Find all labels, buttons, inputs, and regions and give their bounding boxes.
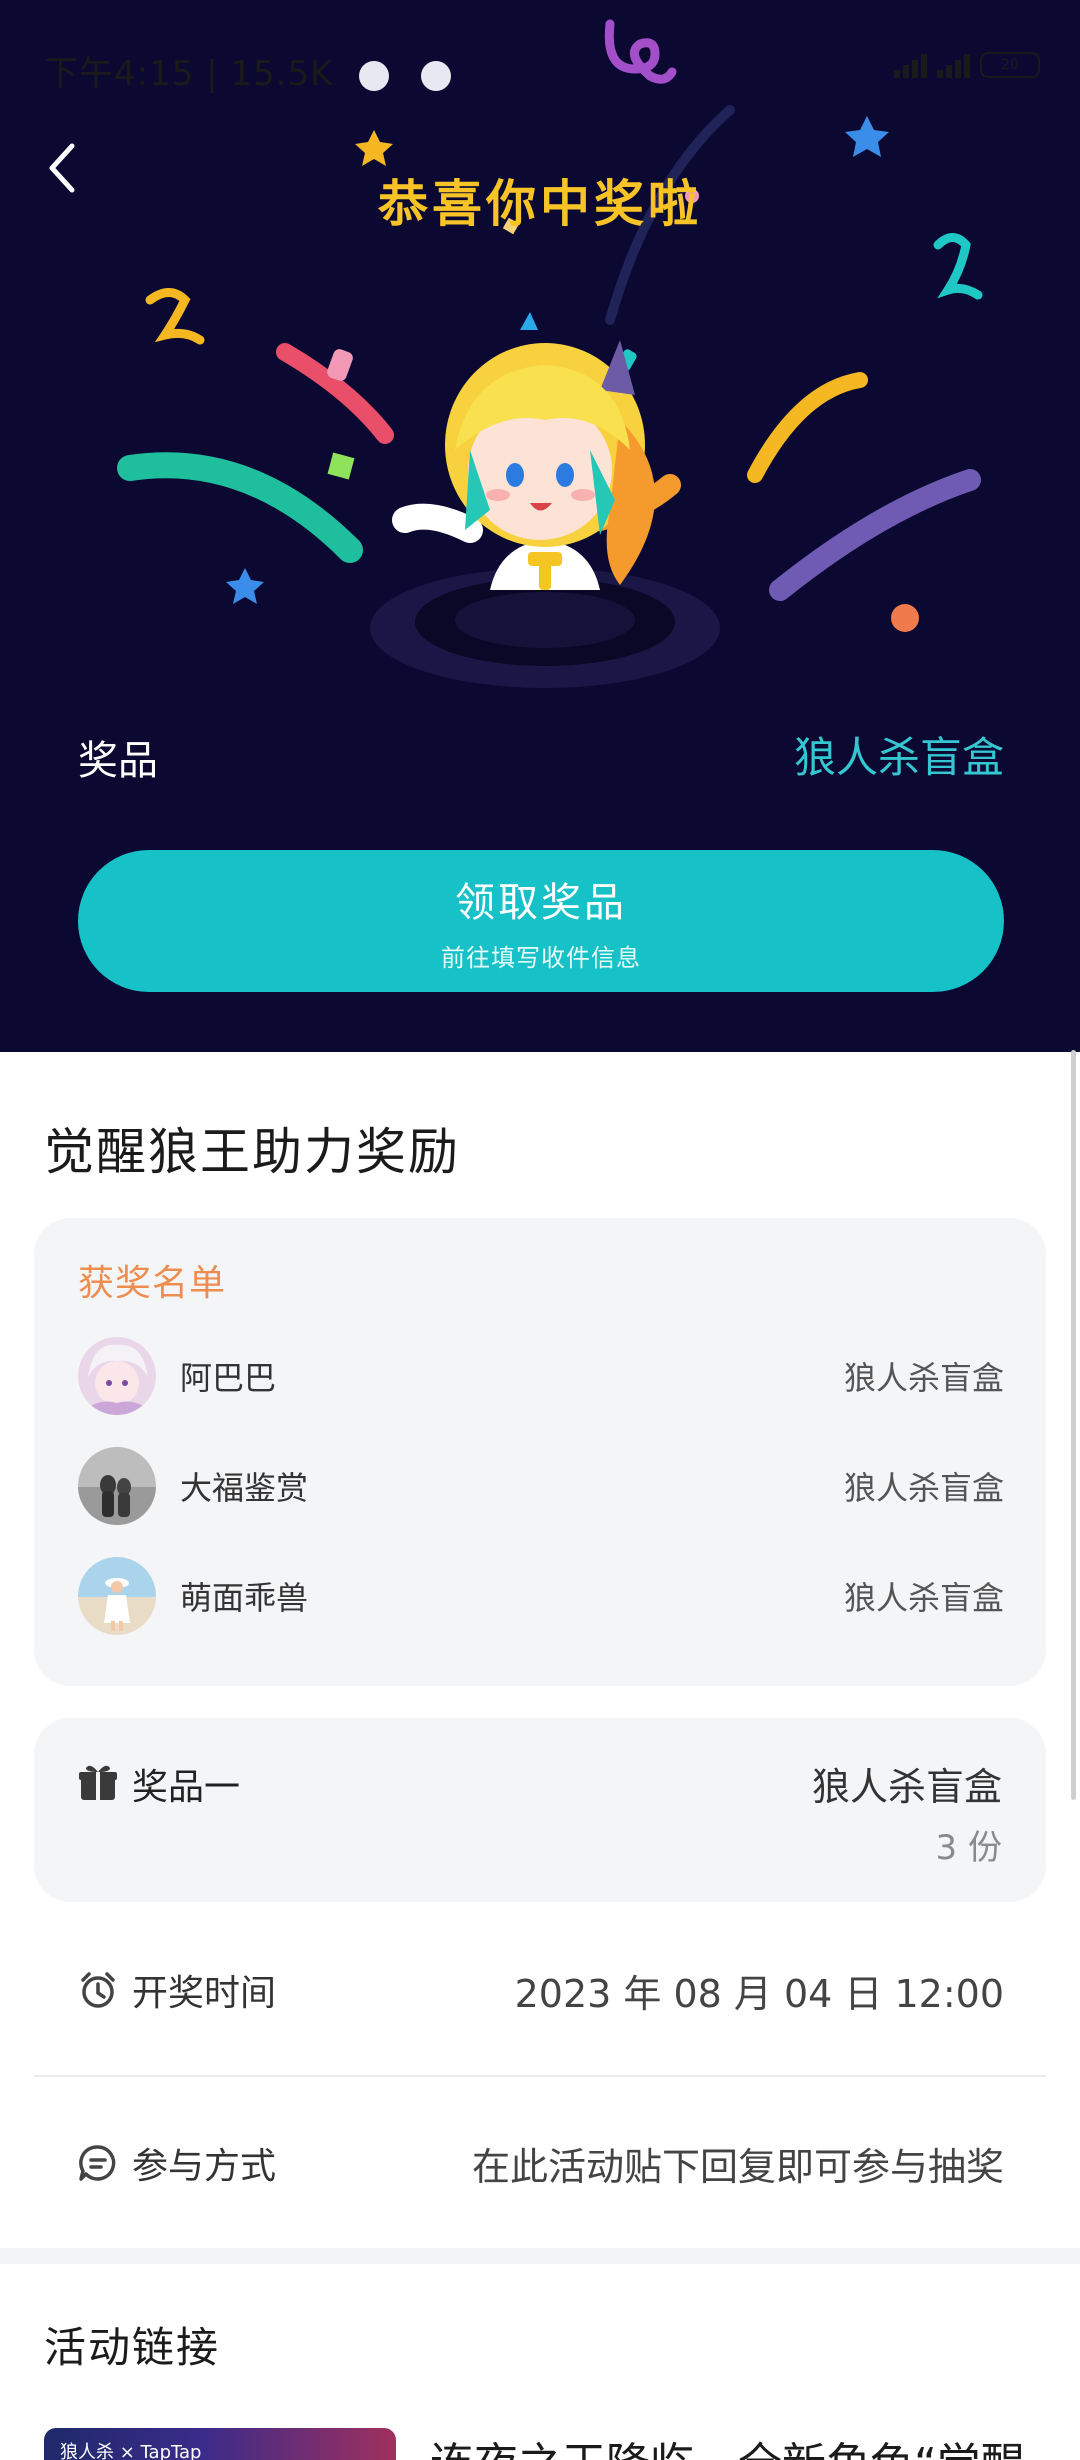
links-title: 活动链接 bbox=[44, 2323, 221, 2372]
claim-button-label: 领取奖品 bbox=[455, 880, 627, 925]
chat-bubble-icon bbox=[79, 2145, 116, 2181]
link-item-title[interactable]: 连夜之王降临，全新角色“觉醒 bbox=[430, 2428, 1050, 2460]
winner-prize: 狼人杀盲盒 bbox=[843, 1359, 1004, 1397]
notification-icon bbox=[359, 60, 390, 91]
prize-one-value: 狼人杀盲盒 bbox=[811, 1765, 1002, 1809]
link-thumbnail[interactable]: 狼人杀 × TapTap bbox=[44, 2428, 396, 2460]
draw-time-row: 开奖时间 2023 年 08 月 04 日 12:00 bbox=[78, 1955, 1004, 2025]
avatar[interactable] bbox=[78, 1447, 156, 1525]
winner-row[interactable]: 大福鉴赏 狼人杀盲盒 bbox=[78, 1446, 1004, 1526]
prize-label: 奖品 bbox=[78, 738, 158, 784]
signal-icon-2 bbox=[937, 52, 970, 78]
winners-card: 获奖名单 阿巴巴 狼人杀盲盒 大福鉴赏 狼人杀盲盒 萌面乖兽 狼人杀盲盒 bbox=[34, 1218, 1046, 1686]
page-title: 恭喜你中奖啦 bbox=[378, 175, 702, 233]
signal-icon bbox=[894, 52, 927, 78]
claim-button-sublabel: 前往填写收件信息 bbox=[441, 944, 641, 972]
gift-icon bbox=[79, 1765, 117, 1800]
section-separator bbox=[0, 2248, 1080, 2264]
alarm-clock-icon bbox=[81, 1972, 115, 2008]
participation-row: 参与方式 在此活动贴下回复即可参与抽奖 bbox=[78, 2128, 1004, 2198]
prize-value: 狼人杀盲盒 bbox=[793, 733, 1004, 782]
winner-prize: 狼人杀盲盒 bbox=[843, 1579, 1004, 1617]
participation-value: 在此活动贴下回复即可参与抽奖 bbox=[471, 2144, 1004, 2189]
taptap-logo-icon bbox=[604, 19, 677, 84]
participation-label: 参与方式 bbox=[132, 2146, 277, 2187]
winner-name: 大福鉴赏 bbox=[180, 1469, 309, 1507]
claim-prize-button[interactable]: 领取奖品 前往填写收件信息 bbox=[78, 850, 1004, 992]
activity-title: 觉醒狼王助力奖励 bbox=[44, 1123, 460, 1181]
winner-row[interactable]: 萌面乖兽 狼人杀盲盒 bbox=[78, 1556, 1004, 1636]
winner-prize: 狼人杀盲盒 bbox=[843, 1469, 1004, 1507]
winners-heading: 获奖名单 bbox=[78, 1263, 227, 1304]
battery-icon: 20 bbox=[980, 52, 1040, 78]
prize-one-card: 奖品一 狼人杀盲盒 3 份 bbox=[34, 1718, 1046, 1902]
scrollbar[interactable] bbox=[1071, 1050, 1076, 1800]
avatar[interactable] bbox=[78, 1337, 156, 1415]
status-indicators: 20 bbox=[894, 52, 1040, 78]
app-notification-icon bbox=[421, 60, 452, 91]
prize-count: 3 份 bbox=[935, 1828, 1002, 1868]
winner-name: 萌面乖兽 bbox=[180, 1579, 309, 1617]
draw-time-value: 2023 年 08 月 04 日 12:00 bbox=[514, 1971, 1004, 2016]
status-time-text: 下午4:15 | 15.5K bbox=[44, 54, 334, 94]
prize-one-label: 奖品一 bbox=[132, 1767, 241, 1808]
prize-hero: 下午4:15 | 15.5K 20 恭喜你中奖啦 奖品 狼人杀盲盒 领取奖品 前… bbox=[0, 0, 1080, 1052]
draw-time-label: 开奖时间 bbox=[132, 1973, 277, 2014]
winner-row[interactable]: 阿巴巴 狼人杀盲盒 bbox=[78, 1336, 1004, 1416]
winner-name: 阿巴巴 bbox=[180, 1359, 277, 1397]
status-time: 下午4:15 | 15.5K bbox=[44, 46, 452, 95]
avatar[interactable] bbox=[78, 1557, 156, 1635]
link-thumbnail-text: 狼人杀 × TapTap bbox=[60, 2442, 202, 2460]
divider bbox=[34, 2075, 1046, 2077]
status-bar: 下午4:15 | 15.5K 20 bbox=[0, 0, 1080, 140]
